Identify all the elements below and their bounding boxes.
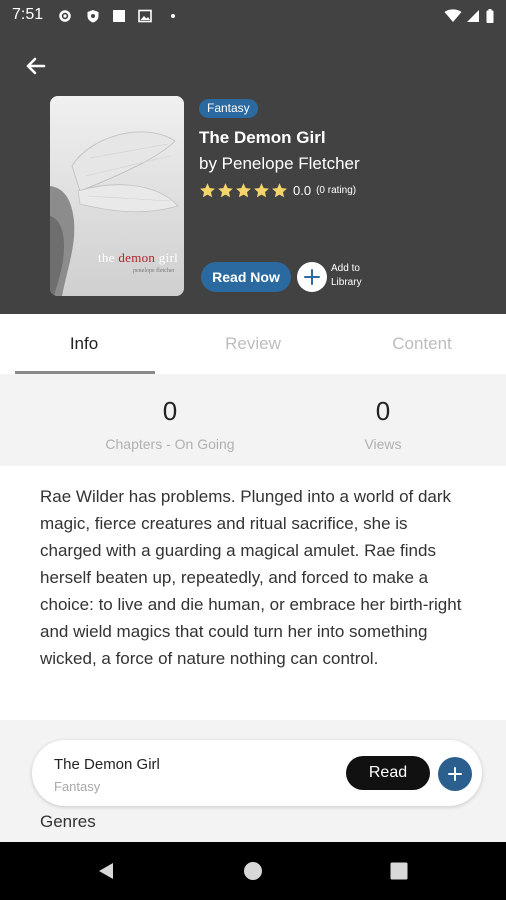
book-title: The Demon Girl (199, 128, 326, 147)
gear-icon (59, 10, 71, 22)
wifi-icon (444, 9, 462, 22)
battery-icon (486, 9, 494, 23)
stats-panel: 0 Chapters - On Going 0 Views (0, 374, 506, 466)
cover-artwork (50, 96, 184, 296)
tab-review[interactable]: Review (169, 314, 337, 374)
star-icon (236, 182, 251, 197)
rating-count: (0 rating) (316, 184, 357, 196)
views-label: Views (364, 436, 402, 452)
genres-heading: Genres (40, 812, 96, 831)
star-icon (254, 182, 269, 197)
card-genre: Fantasy (54, 779, 101, 794)
tab-bar: Info Review Content (0, 314, 506, 374)
rating-value: 0.0 (293, 182, 312, 198)
book-description: Rae Wilder has problems. Plunged into a … (40, 487, 462, 668)
tab-content[interactable]: Content (338, 314, 506, 374)
add-to-library-label[interactable]: Add to Library (331, 262, 381, 290)
star-icon (200, 182, 215, 197)
signal-icon (467, 10, 479, 22)
shield-icon (87, 10, 99, 23)
star-icon (272, 182, 287, 197)
image-notification-icon (138, 9, 152, 23)
system-nav-bar (0, 842, 506, 900)
views-count: 0 (375, 396, 391, 426)
status-time: 7:51 (12, 6, 44, 23)
star-icon (218, 182, 233, 197)
tab-info[interactable]: Info (0, 314, 168, 374)
book-cover[interactable]: the demon girl penelope fletcher (50, 96, 184, 296)
book-card[interactable]: The Demon Girl Fantasy Read (32, 740, 482, 806)
nav-recents-icon[interactable] (389, 861, 409, 881)
book-card-section: The Demon Girl Fantasy Read Genres (0, 720, 506, 842)
square-notification-icon (113, 10, 125, 22)
genre-badge: Fantasy (199, 99, 258, 118)
more-notifications-dot-icon (171, 14, 175, 18)
cover-author-text: penelope fletcher (133, 268, 175, 274)
card-add-button[interactable] (438, 757, 472, 791)
nav-home-icon[interactable] (243, 861, 263, 881)
cover-title-text: the demon girl (98, 250, 179, 265)
plus-icon (448, 767, 462, 781)
chapters-count: 0 (162, 396, 178, 426)
read-now-button[interactable]: Read Now (201, 262, 291, 292)
back-arrow-icon[interactable] (20, 50, 52, 82)
card-read-button[interactable]: Read (346, 756, 430, 790)
status-bar: 7:51 (0, 0, 506, 32)
book-header: the demon girl penelope fletcher Fantasy… (0, 32, 506, 314)
add-to-library-button[interactable] (297, 262, 327, 292)
book-author: by Penelope Fletcher (199, 154, 360, 173)
rating-row: 0.0 (0 rating) (199, 180, 356, 200)
plus-icon (304, 269, 320, 285)
nav-back-icon[interactable] (96, 861, 116, 881)
card-title: The Demon Girl (54, 756, 160, 773)
chapters-label: Chapters - On Going (105, 436, 235, 452)
